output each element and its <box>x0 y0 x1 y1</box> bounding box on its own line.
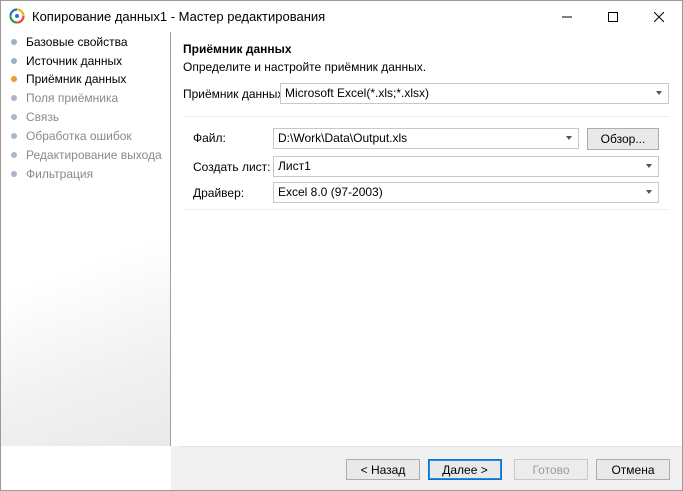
driver-label: Драйвер: <box>193 186 245 200</box>
step-label: Базовые свойства <box>26 35 128 49</box>
minimize-icon <box>562 16 572 17</box>
sheet-label: Создать лист: <box>193 160 271 174</box>
sheet-select[interactable]: Лист1 <box>273 156 659 177</box>
step-link: Связь <box>1 108 170 127</box>
step-dot-icon <box>11 58 17 64</box>
step-error-handling: Обработка ошибок <box>1 127 170 146</box>
page-title: Приёмник данных <box>183 42 292 56</box>
sheet-value: Лист1 <box>278 159 311 173</box>
app-logo-icon <box>9 8 25 24</box>
step-dot-icon <box>11 95 17 101</box>
receiver-value: Microsoft Excel(*.xls;*.xlsx) <box>285 86 430 100</box>
maximize-icon <box>608 11 618 22</box>
step-output-editing: Редактирование выхода <box>1 146 170 165</box>
chevron-down-icon <box>646 190 652 194</box>
step-dot-icon <box>11 114 17 120</box>
step-label: Источник данных <box>26 54 123 68</box>
step-label: Обработка ошибок <box>26 129 132 143</box>
minimize-button[interactable] <box>544 1 590 32</box>
cancel-button[interactable]: Отмена <box>596 459 670 480</box>
file-label: Файл: <box>193 131 226 145</box>
step-dot-icon <box>11 76 17 82</box>
step-receiver-fields: Поля приёмника <box>1 89 170 108</box>
wizard-window: Копирование данных1 - Мастер редактирова… <box>0 0 683 491</box>
step-data-source[interactable]: Источник данных <box>1 52 170 71</box>
maximize-button[interactable] <box>590 1 636 32</box>
receiver-label: Приёмник данных: <box>183 87 287 101</box>
step-label: Поля приёмника <box>26 91 119 105</box>
receiver-settings-group: Файл: D:\Work\Data\Output.xls Обзор... С… <box>183 116 669 210</box>
browse-button[interactable]: Обзор... <box>587 128 659 150</box>
file-path-input[interactable]: D:\Work\Data\Output.xls <box>273 128 579 149</box>
step-label: Фильтрация <box>26 167 94 181</box>
step-dot-icon <box>11 171 17 177</box>
footer-bar: < Назад Далее > Готово Отмена <box>171 446 682 490</box>
finish-button: Готово <box>514 459 588 480</box>
step-label: Связь <box>26 110 60 124</box>
chevron-down-icon <box>566 136 572 140</box>
driver-select[interactable]: Excel 8.0 (97-2003) <box>273 182 659 203</box>
step-label: Приёмник данных <box>26 72 127 86</box>
step-dot-icon <box>11 133 17 139</box>
step-dot-icon <box>11 39 17 45</box>
step-dot-icon <box>11 152 17 158</box>
title-bar[interactable]: Копирование данных1 - Мастер редактирова… <box>1 1 682 32</box>
window-title: Копирование данных1 - Мастер редактирова… <box>32 9 326 24</box>
driver-value: Excel 8.0 (97-2003) <box>278 185 383 199</box>
chevron-down-icon <box>646 164 652 168</box>
receiver-select[interactable]: Microsoft Excel(*.xls;*.xlsx) <box>280 83 669 104</box>
step-label: Редактирование выхода <box>26 148 162 162</box>
step-filtering: Фильтрация <box>1 165 170 184</box>
main-content: Приёмник данных Определите и настройте п… <box>171 32 682 446</box>
wizard-steps-panel: Базовые свойства Источник данных Приёмни… <box>1 32 171 446</box>
file-path-value: D:\Work\Data\Output.xls <box>278 131 408 145</box>
page-description: Определите и настройте приёмник данных. <box>183 60 427 74</box>
close-icon <box>654 11 664 22</box>
chevron-down-icon <box>656 91 662 95</box>
back-button[interactable]: < Назад <box>346 459 420 480</box>
close-button[interactable] <box>636 1 682 32</box>
next-button[interactable]: Далее > <box>428 459 502 480</box>
step-data-receiver[interactable]: Приёмник данных <box>1 70 170 89</box>
footer-separator <box>181 446 681 447</box>
step-base-properties[interactable]: Базовые свойства <box>1 33 170 52</box>
